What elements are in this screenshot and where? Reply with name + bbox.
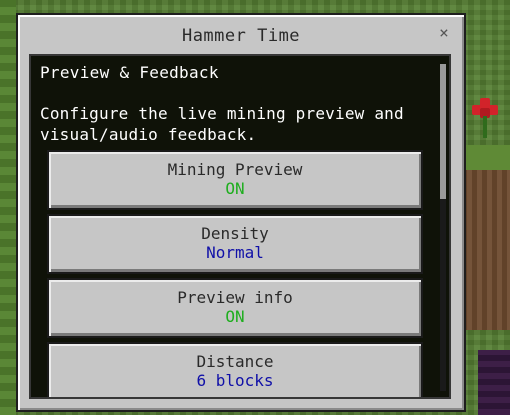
option-label: Distance — [196, 352, 274, 371]
purple-block — [478, 350, 510, 415]
density-button[interactable]: Density Normal — [47, 214, 423, 274]
grass-block-top — [462, 145, 510, 173]
section-description: Configure the live mining preview and vi… — [40, 104, 404, 144]
option-value: 6 blocks — [196, 371, 274, 390]
mining-preview-button[interactable]: Mining Preview ON — [47, 150, 423, 210]
option-label: Mining Preview — [167, 160, 303, 179]
scrollbar-thumb[interactable] — [440, 64, 446, 199]
option-value: ON — [225, 179, 245, 198]
dialog-title: Hammer Time — [181, 26, 301, 46]
scrollbar[interactable] — [440, 64, 446, 391]
option-label: Preview info — [177, 288, 293, 307]
grass-edge — [0, 0, 16, 415]
options-list: Mining Preview ON Density Normal Preview… — [47, 150, 423, 397]
option-label: Density — [201, 224, 269, 243]
title-bar: Hammer Time × — [18, 15, 464, 53]
close-icon[interactable]: × — [436, 25, 452, 41]
option-value: ON — [225, 307, 245, 326]
section-title: Preview & Feedback — [40, 63, 219, 82]
rose-flower-icon — [470, 98, 500, 140]
dirt-block — [462, 170, 510, 330]
option-value: Normal — [206, 243, 264, 262]
preview-info-button[interactable]: Preview info ON — [47, 278, 423, 338]
settings-dialog: Hammer Time × Preview & Feedback Configu… — [16, 13, 466, 412]
distance-button[interactable]: Distance 6 blocks — [47, 342, 423, 397]
settings-content[interactable]: Preview & Feedback Configure the live mi… — [29, 54, 451, 399]
